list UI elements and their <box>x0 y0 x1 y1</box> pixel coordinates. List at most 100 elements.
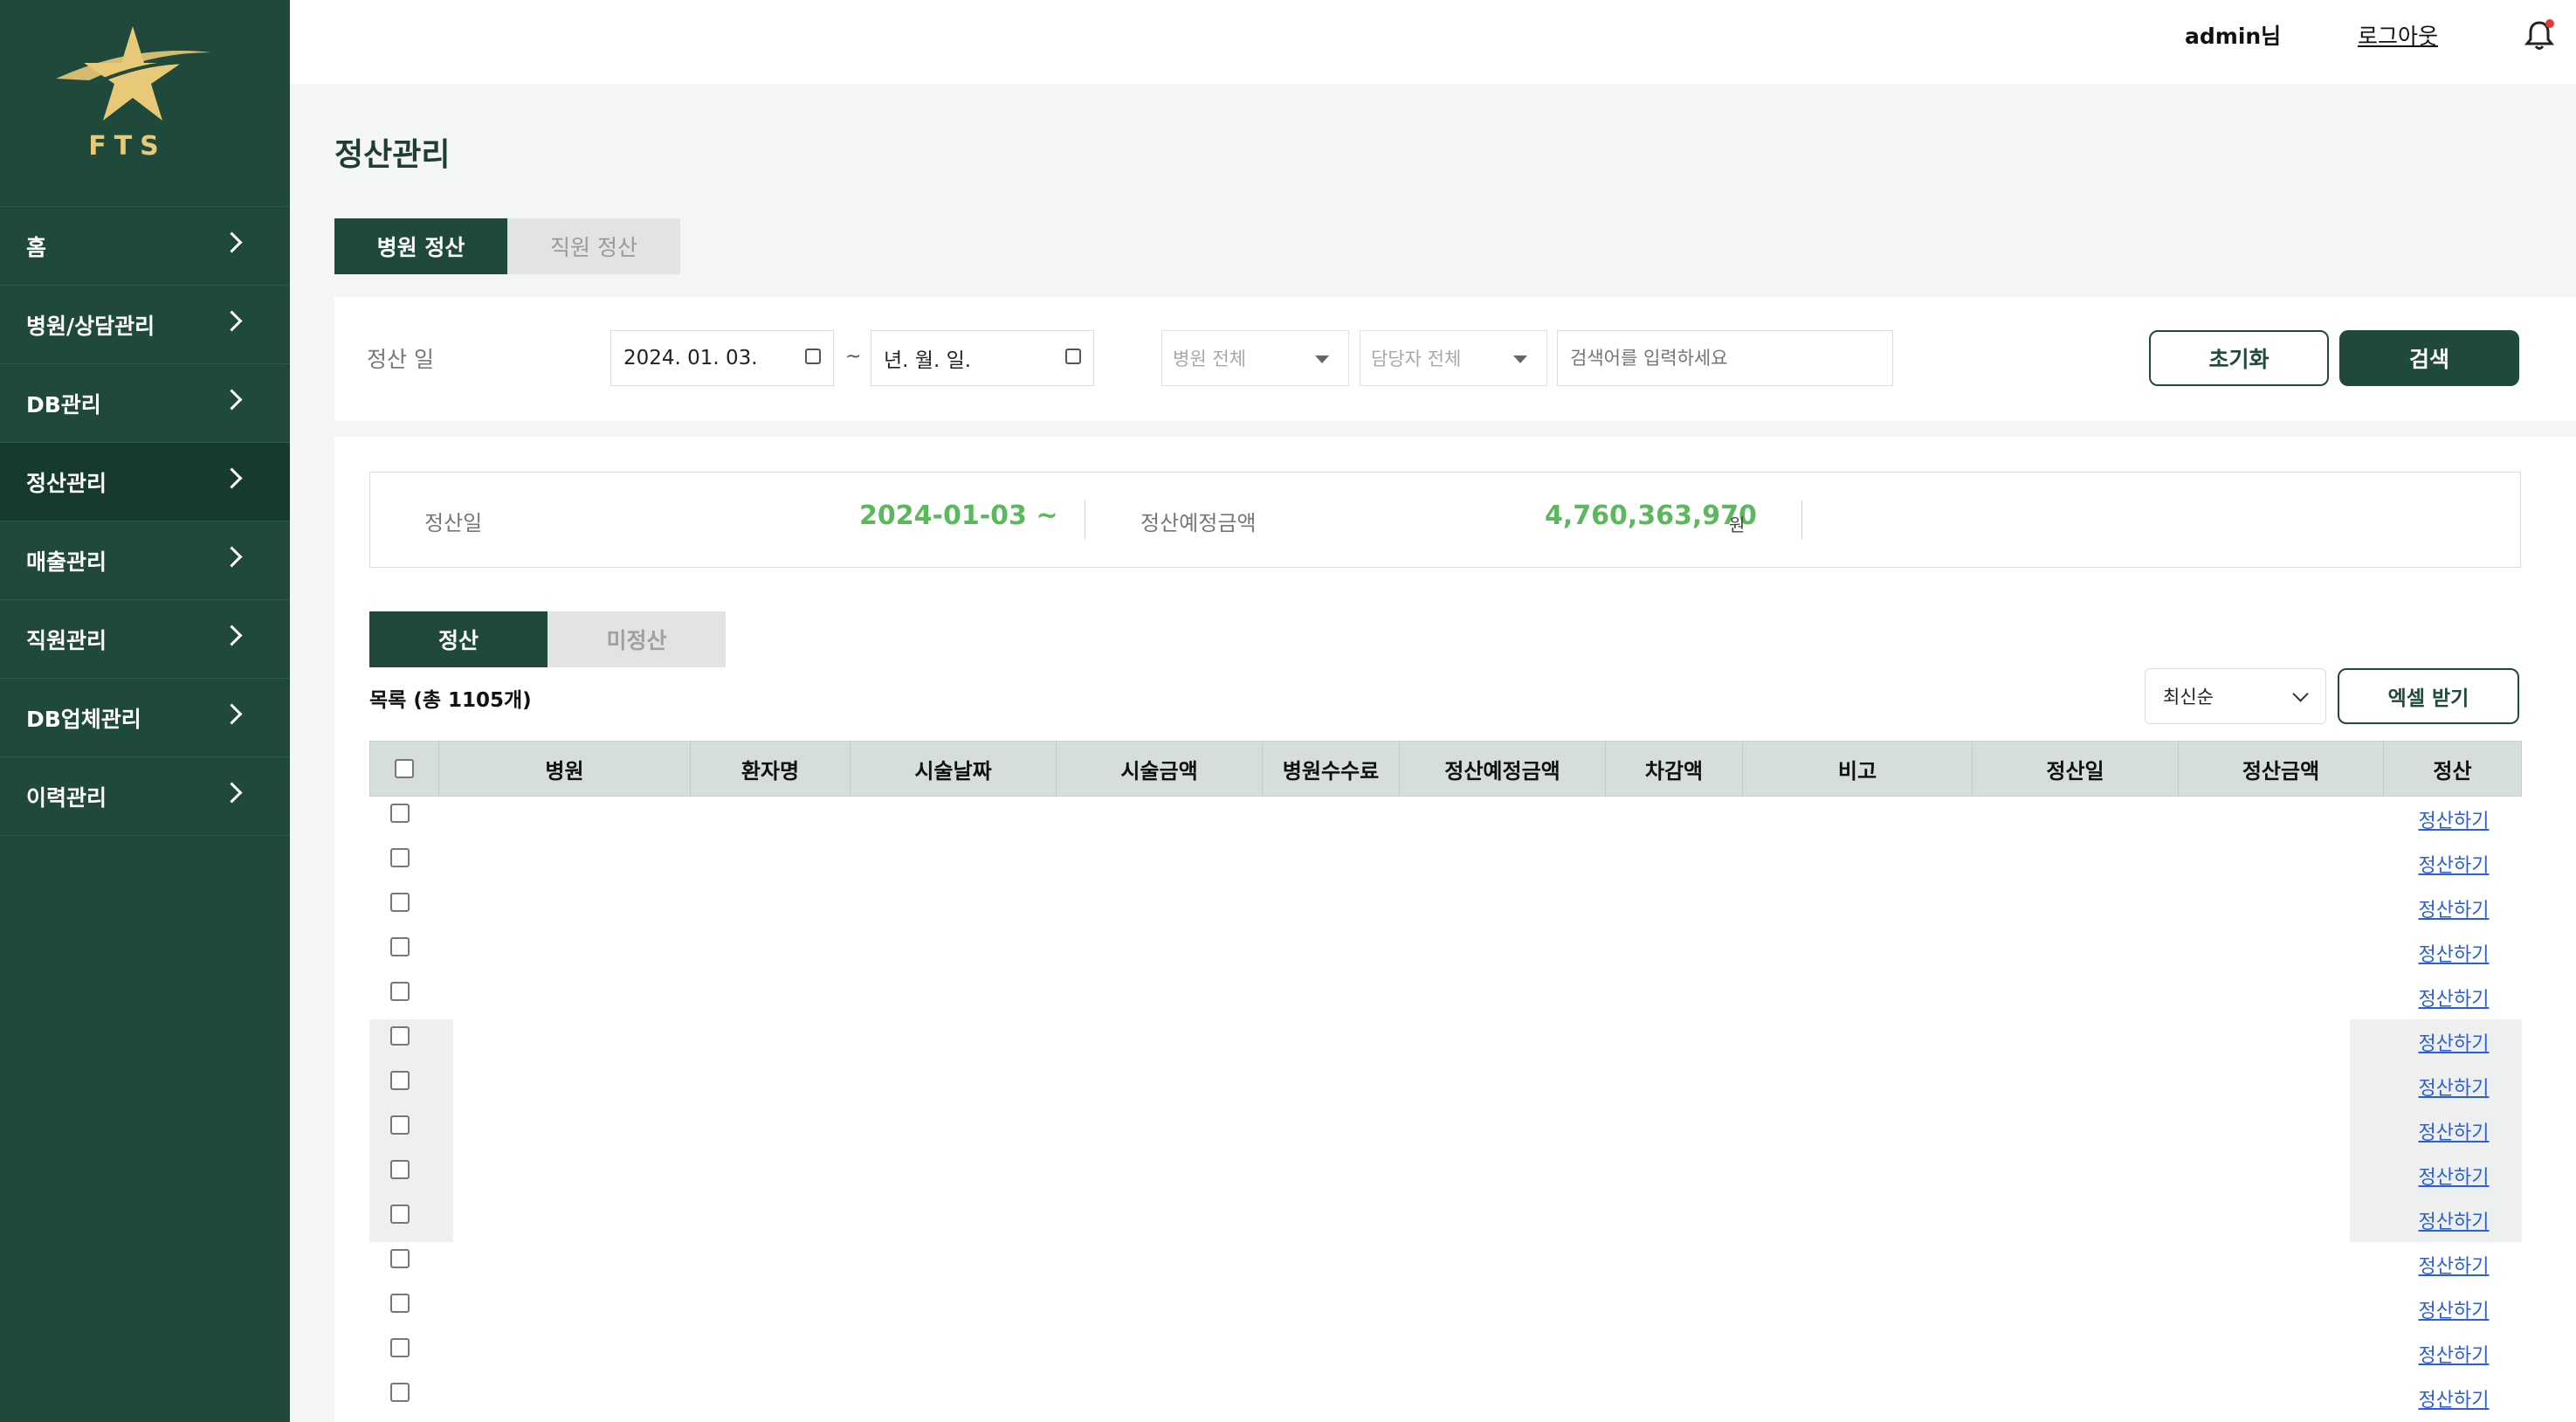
divider <box>1801 500 1802 539</box>
settle-link[interactable]: 정산하기 <box>2386 1206 2522 1234</box>
sidebar-item-db-vendor[interactable]: DB업체관리 <box>0 679 290 757</box>
subtab-settled[interactable]: 정산 <box>369 611 548 667</box>
row-checkbox[interactable] <box>390 1160 410 1179</box>
chevron-right-icon <box>221 546 243 568</box>
list-count: 목록 (총 1105개) <box>369 689 532 712</box>
sidebar-item-history[interactable]: 이력관리 <box>0 757 290 836</box>
tab-staff-settlement[interactable]: 직원 정산 <box>507 218 680 274</box>
list-panel: 정산일 2024-01-03 ~ 정산예정금액 4,760,363,970 원 … <box>334 437 2576 1422</box>
column-header: 비고 <box>1743 742 1973 796</box>
sidebar-item-label: 정산관리 <box>26 470 107 496</box>
header-select-all <box>370 742 439 796</box>
date-from-input[interactable]: 2024. 01. 03. <box>610 330 834 386</box>
sidebar: FTS 홈 병원/상담관리 DB관리 정산관리 매출관리 직원관리 DB업체관리… <box>0 0 290 1422</box>
sidebar-item-db[interactable]: DB관리 <box>0 364 290 443</box>
summary-box: 정산일 2024-01-03 ~ 정산예정금액 4,760,363,970 원 <box>369 472 2521 568</box>
sidebar-item-settlement[interactable]: 정산관리 <box>0 443 290 521</box>
sidebar-item-label: DB관리 <box>26 391 101 418</box>
excel-download-button[interactable]: 엑셀 받기 <box>2338 668 2519 724</box>
date-to-input[interactable]: 년. 월. 일. <box>871 330 1094 386</box>
hospital-select[interactable]: 병원 전체 <box>1161 330 1349 386</box>
row-checkbox[interactable] <box>390 848 410 867</box>
settle-link[interactable]: 정산하기 <box>2386 939 2522 967</box>
row-checkbox[interactable] <box>390 982 410 1001</box>
select-all-checkbox[interactable] <box>395 759 414 778</box>
row-checkbox[interactable] <box>390 1026 410 1046</box>
sidebar-item-staff[interactable]: 직원관리 <box>0 600 290 679</box>
settle-link[interactable]: 정산하기 <box>2386 1162 2522 1190</box>
sidebar-item-home[interactable]: 홈 <box>0 207 290 286</box>
logo-text: FTS <box>88 131 167 162</box>
settle-link[interactable]: 정산하기 <box>2386 1295 2522 1323</box>
row-checkbox[interactable] <box>390 1338 410 1357</box>
calendar-icon[interactable] <box>805 349 821 364</box>
logout-link[interactable]: 로그아웃 <box>2358 19 2438 51</box>
sidebar-item-sales[interactable]: 매출관리 <box>0 521 290 600</box>
hospital-select-value: 병원 전체 <box>1173 349 1246 369</box>
settle-link[interactable]: 정산하기 <box>2386 984 2522 1011</box>
row-checkbox[interactable] <box>390 893 410 912</box>
logo[interactable]: FTS <box>0 0 290 207</box>
row-checkbox[interactable] <box>390 1205 410 1224</box>
settle-link[interactable]: 정산하기 <box>2386 1028 2522 1056</box>
caret-down-icon <box>1513 356 1527 363</box>
column-header: 차감액 <box>1606 742 1743 796</box>
settle-link[interactable]: 정산하기 <box>2386 1251 2522 1279</box>
sidebar-item-label: DB업체관리 <box>26 706 141 732</box>
sidebar-item-label: 매출관리 <box>26 549 107 575</box>
caret-down-icon <box>1315 356 1329 363</box>
chevron-right-icon <box>221 625 243 646</box>
bell-icon[interactable] <box>2522 17 2557 52</box>
sidebar-item-label: 직원관리 <box>26 627 107 653</box>
sort-select[interactable]: 최신순 <box>2145 668 2326 724</box>
row-checkbox[interactable] <box>390 1115 410 1135</box>
row-checkbox[interactable] <box>390 1071 410 1090</box>
search-input[interactable] <box>1557 330 1893 386</box>
search-button[interactable]: 검색 <box>2339 330 2519 386</box>
user-name: admin님 <box>2185 24 2282 49</box>
chevron-right-icon <box>221 467 243 489</box>
table-body: 정산하기 정산하기 정산하기 정산하기 정산하기 정산하기 정산하기 정산하기 정산하기 정산하기… <box>369 797 2522 1420</box>
sidebar-item-hospital-consult[interactable]: 병원/상담관리 <box>0 286 290 364</box>
summary-date-label: 정산일 <box>424 511 483 535</box>
star-logo-icon <box>56 26 211 121</box>
subtab-unsettled[interactable]: 미정산 <box>548 611 726 667</box>
settle-link[interactable]: 정산하기 <box>2386 1073 2522 1101</box>
chevron-right-icon <box>221 310 243 332</box>
summary-amount-label: 정산예정금액 <box>1140 511 1257 535</box>
summary-amount-unit: 원 <box>1729 514 1746 535</box>
date-separator: ~ <box>845 346 862 368</box>
page-title: 정산관리 <box>334 137 451 173</box>
settle-link[interactable]: 정산하기 <box>2386 1340 2522 1368</box>
sidebar-item-label: 이력관리 <box>26 784 107 811</box>
column-header: 정산일 <box>1973 742 2179 796</box>
tab-hospital-settlement[interactable]: 병원 정산 <box>334 218 507 274</box>
row-checkbox[interactable] <box>390 1383 410 1402</box>
column-header: 정산금액 <box>2179 742 2384 796</box>
manager-select-value: 담당자 전체 <box>1371 349 1462 369</box>
table-header: 병원 환자명 시술날짜 시술금액 병원수수료 정산예정금액 차감액 비고 정산일… <box>369 741 2522 797</box>
date-to-value: 년. 월. 일. <box>884 349 972 372</box>
settle-link[interactable]: 정산하기 <box>2386 894 2522 922</box>
column-header: 정산 <box>2433 758 2472 783</box>
row-checkbox[interactable] <box>390 1294 410 1313</box>
sidebar-item-label: 홈 <box>26 234 47 260</box>
summary-amount-value: 4,760,363,970 <box>1545 500 1757 531</box>
column-header: 환자명 <box>691 742 851 796</box>
row-checkbox[interactable] <box>390 804 410 823</box>
settle-link[interactable]: 정산하기 <box>2386 1384 2522 1412</box>
row-checkbox[interactable] <box>390 1249 410 1268</box>
date-from-value: 2024. 01. 03. <box>623 347 758 369</box>
chevron-right-icon <box>221 389 243 411</box>
settle-link[interactable]: 정산하기 <box>2386 850 2522 878</box>
column-header: 병원수수료 <box>1263 742 1400 796</box>
calendar-icon[interactable] <box>1065 349 1081 364</box>
column-header: 시술날짜 <box>851 742 1057 796</box>
row-checkbox[interactable] <box>390 937 410 956</box>
settle-link[interactable]: 정산하기 <box>2386 805 2522 833</box>
reset-button[interactable]: 초기화 <box>2149 330 2329 386</box>
manager-select[interactable]: 담당자 전체 <box>1360 330 1547 386</box>
settle-link[interactable]: 정산하기 <box>2386 1117 2522 1145</box>
chevron-down-icon <box>2292 686 2309 702</box>
content-overlay <box>453 797 2350 1420</box>
